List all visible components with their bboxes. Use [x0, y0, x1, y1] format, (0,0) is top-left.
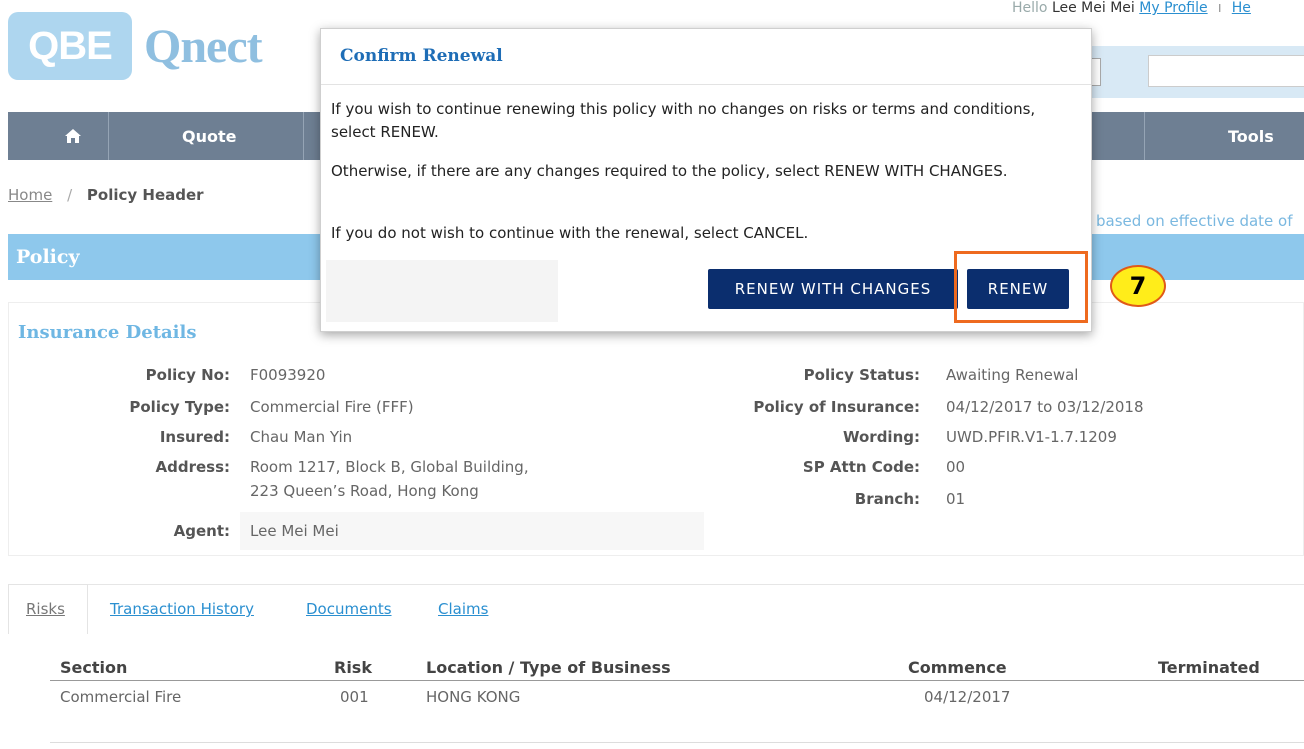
step-number-badge: 7 [1110, 265, 1166, 307]
sp-attn-code-value: 00 [946, 458, 966, 476]
breadcrumb-home[interactable]: Home [8, 186, 52, 204]
policy-of-insurance-value: 04/12/2017 to 03/12/2018 [946, 398, 1144, 416]
table-header-divider [50, 680, 1304, 681]
wording-label: Wording: [842, 428, 920, 446]
qbe-qnect-logo[interactable]: QBE Qnect [8, 12, 263, 80]
address-line-1: Room 1217, Block B, Global Building, [250, 458, 529, 476]
risk-number-cell: 001 [340, 688, 369, 706]
col-header-commence: Commence [908, 658, 1007, 677]
dialog-paragraph-renew-with-changes: Otherwise, if there are any changes requ… [331, 162, 1008, 180]
dialog-title: Confirm Renewal [340, 46, 503, 66]
dialog-footer-placeholder [326, 260, 558, 322]
nav-tools[interactable]: Tools [1228, 112, 1274, 160]
insured-value: Chau Man Yin [250, 428, 353, 446]
breadcrumb-current: Policy Header [86, 186, 204, 204]
user-name: Lee Mei Mei [1051, 0, 1135, 16]
col-header-section: Section [60, 658, 128, 677]
renew-with-changes-button[interactable]: RENEW WITH CHANGES [708, 269, 958, 309]
address-label: Address: [155, 458, 230, 476]
user-bar-separator: I [1218, 2, 1222, 15]
tab-risks[interactable]: Risks [26, 600, 65, 618]
effective-date-note: based on effective date of [1096, 212, 1293, 230]
greeting: Hello [1012, 0, 1048, 16]
col-header-terminated: Terminated [1158, 658, 1260, 677]
table-bottom-border [50, 742, 1304, 743]
agent-label: Agent: [173, 522, 230, 540]
policy-status-label: Policy Status: [803, 366, 920, 384]
dialog-paragraph-renew: If you wish to continue renewing this po… [331, 100, 1036, 141]
col-header-risk: Risk [334, 658, 372, 677]
risk-location-cell: HONG KONG [426, 688, 521, 706]
address-line-2: 223 Queen’s Road, Hong Kong [250, 482, 479, 500]
help-link-truncated[interactable]: He [1232, 0, 1251, 16]
policy-no-value: F0093920 [250, 366, 326, 384]
qbe-logo-mark: QBE [8, 12, 132, 80]
search-input[interactable] [1148, 55, 1304, 87]
my-profile-link[interactable]: My Profile [1139, 0, 1207, 16]
policy-type-value: Commercial Fire (FFF) [250, 398, 414, 416]
insurance-details-title: Insurance Details [18, 322, 197, 343]
sp-attn-code-label: SP Attn Code: [802, 458, 920, 476]
tab-transaction-history[interactable]: Transaction History [110, 600, 254, 618]
nav-divider [303, 112, 304, 160]
wording-value: UWD.PFIR.V1-1.7.1209 [946, 428, 1117, 446]
risk-commence-cell: 04/12/2017 [924, 688, 1011, 706]
policy-no-label: Policy No: [145, 366, 230, 384]
policy-status-value: Awaiting Renewal [946, 366, 1079, 384]
insured-label: Insured: [159, 428, 230, 446]
policy-type-label: Policy Type: [129, 398, 230, 416]
dialog-paragraph-cancel: If you do not wish to continue with the … [331, 224, 809, 242]
breadcrumb-separator: / [67, 186, 73, 204]
nav-divider [1144, 112, 1145, 160]
branch-label: Branch: [854, 490, 920, 508]
home-nav-button[interactable] [38, 112, 108, 160]
user-bar: Hello Lee Mei Mei My Profile I He [1012, 0, 1251, 16]
qnect-logo-text: Qnect [144, 19, 263, 73]
home-icon [65, 129, 81, 143]
col-header-location: Location / Type of Business [426, 658, 671, 677]
renew-highlight-box [954, 251, 1088, 323]
tab-claims[interactable]: Claims [438, 600, 488, 618]
policy-of-insurance-label: Policy of Insurance: [753, 398, 920, 416]
policy-band-title: Policy [16, 246, 80, 268]
dialog-title-divider [321, 84, 1091, 85]
breadcrumb: Home / Policy Header [8, 186, 204, 204]
agent-value: Lee Mei Mei [250, 522, 339, 540]
risk-section-cell[interactable]: Commercial Fire [60, 688, 181, 706]
nav-divider [108, 112, 109, 160]
branch-value: 01 [946, 490, 966, 508]
tab-documents[interactable]: Documents [306, 600, 392, 618]
nav-quote[interactable]: Quote [182, 112, 236, 160]
